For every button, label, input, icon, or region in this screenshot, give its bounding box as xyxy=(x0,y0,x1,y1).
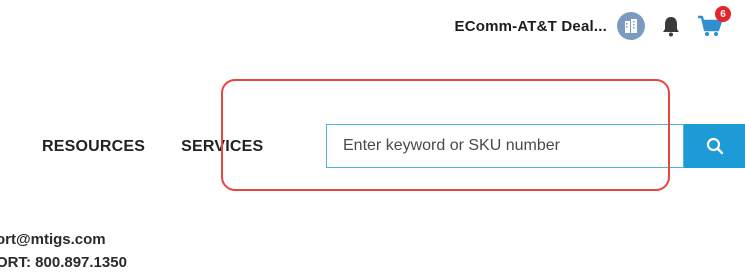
cart-button[interactable]: 6 xyxy=(695,6,731,40)
search-icon xyxy=(706,137,723,155)
support-phone: ORT: 800.897.1350 xyxy=(0,254,127,271)
main-nav: RESOURCES SERVICES xyxy=(42,138,299,156)
search-button[interactable] xyxy=(684,124,745,168)
cart-count-badge: 6 xyxy=(715,6,731,22)
account-bar: EComm-AT&T Deal... 6 xyxy=(454,6,731,40)
support-contact: ort@mtigs.com ORT: 800.897.1350 xyxy=(0,228,127,274)
building-icon xyxy=(625,19,637,33)
bell-icon xyxy=(663,17,679,37)
nav-resources[interactable]: RESOURCES xyxy=(42,138,145,156)
support-email[interactable]: ort@mtigs.com xyxy=(0,228,127,251)
nav-services[interactable]: SERVICES xyxy=(181,138,263,156)
account-avatar[interactable] xyxy=(617,12,645,40)
notifications-button[interactable] xyxy=(659,12,683,40)
account-name[interactable]: EComm-AT&T Deal... xyxy=(454,18,607,35)
search-input[interactable] xyxy=(326,124,684,168)
